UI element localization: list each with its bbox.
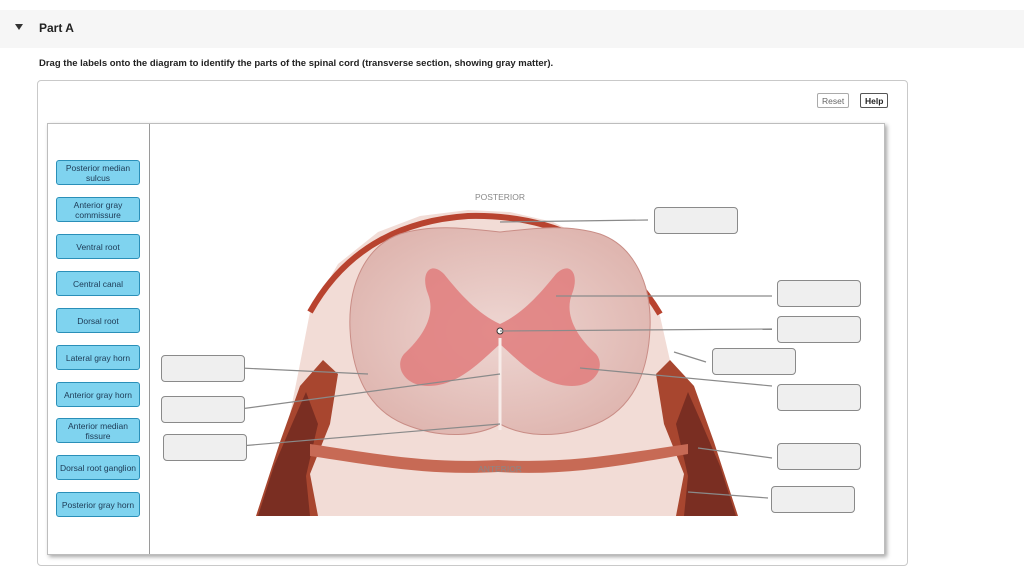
drop-target-8[interactable] bbox=[161, 355, 245, 382]
spinal-cord-cross-section-image: POSTERIOR ANTERIOR bbox=[239, 192, 773, 516]
anterior-text: ANTERIOR bbox=[478, 464, 522, 474]
part-header[interactable]: Part A bbox=[0, 10, 1024, 48]
posterior-text: POSTERIOR bbox=[475, 192, 525, 202]
drop-target-9[interactable] bbox=[161, 396, 245, 423]
drop-target-2[interactable] bbox=[777, 280, 861, 307]
collapse-caret-icon[interactable] bbox=[15, 24, 23, 30]
drop-target-7[interactable] bbox=[771, 486, 855, 513]
drop-target-3[interactable] bbox=[777, 316, 861, 343]
drop-target-4[interactable] bbox=[712, 348, 796, 375]
instructions-text: Drag the labels onto the diagram to iden… bbox=[39, 58, 554, 69]
part-title: Part A bbox=[39, 21, 74, 35]
question-panel: Reset Help Posterior median sulcus Anter… bbox=[37, 80, 908, 566]
help-button[interactable]: Help bbox=[860, 93, 889, 108]
drop-target-5[interactable] bbox=[777, 384, 861, 411]
drop-target-6[interactable] bbox=[777, 443, 861, 470]
diagram-workspace: Posterior median sulcus Anterior gray co… bbox=[47, 123, 885, 555]
drop-target-10[interactable] bbox=[163, 434, 247, 461]
reset-button[interactable]: Reset bbox=[817, 93, 850, 108]
drop-target-1[interactable] bbox=[654, 207, 738, 234]
